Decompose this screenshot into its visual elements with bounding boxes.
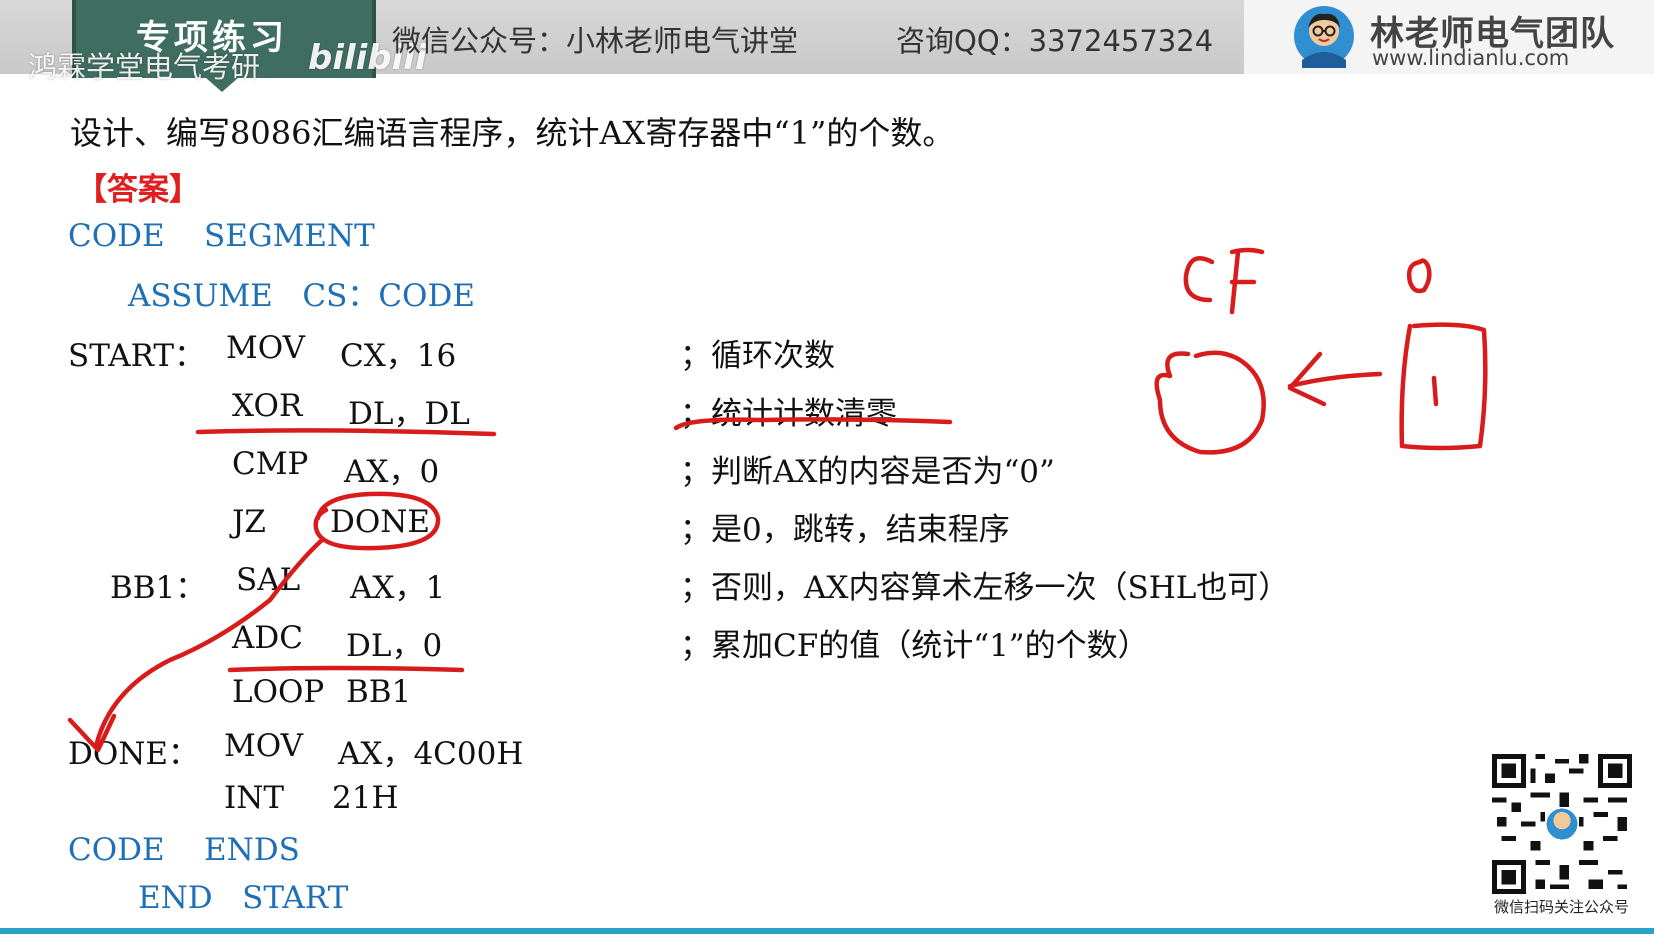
underline-adc <box>227 665 465 673</box>
qr-code[interactable] <box>1492 754 1632 894</box>
handwriting-zero-text: 0 <box>0 0 10 4</box>
circle-done <box>313 491 441 551</box>
bottom-accent-line <box>0 928 1654 934</box>
qr-caption: 微信扫码关注公众号 <box>1494 898 1630 916</box>
bit-one-stroke <box>1431 375 1439 407</box>
cf-bit-circle <box>1154 350 1266 455</box>
hand-f <box>1229 247 1265 315</box>
hand-c <box>1183 256 1215 303</box>
underline-xor <box>195 428 497 437</box>
hand-zero <box>1406 258 1432 294</box>
handwriting-cf-text: CF <box>0 0 23 4</box>
underline-clear-count <box>673 417 953 431</box>
handwriting-one-text: 1 <box>0 0 10 4</box>
bit-box <box>1399 322 1488 451</box>
handwriting-overlay: CF 0 1 <box>0 0 1488 753</box>
jump-arrow-line <box>93 537 325 749</box>
